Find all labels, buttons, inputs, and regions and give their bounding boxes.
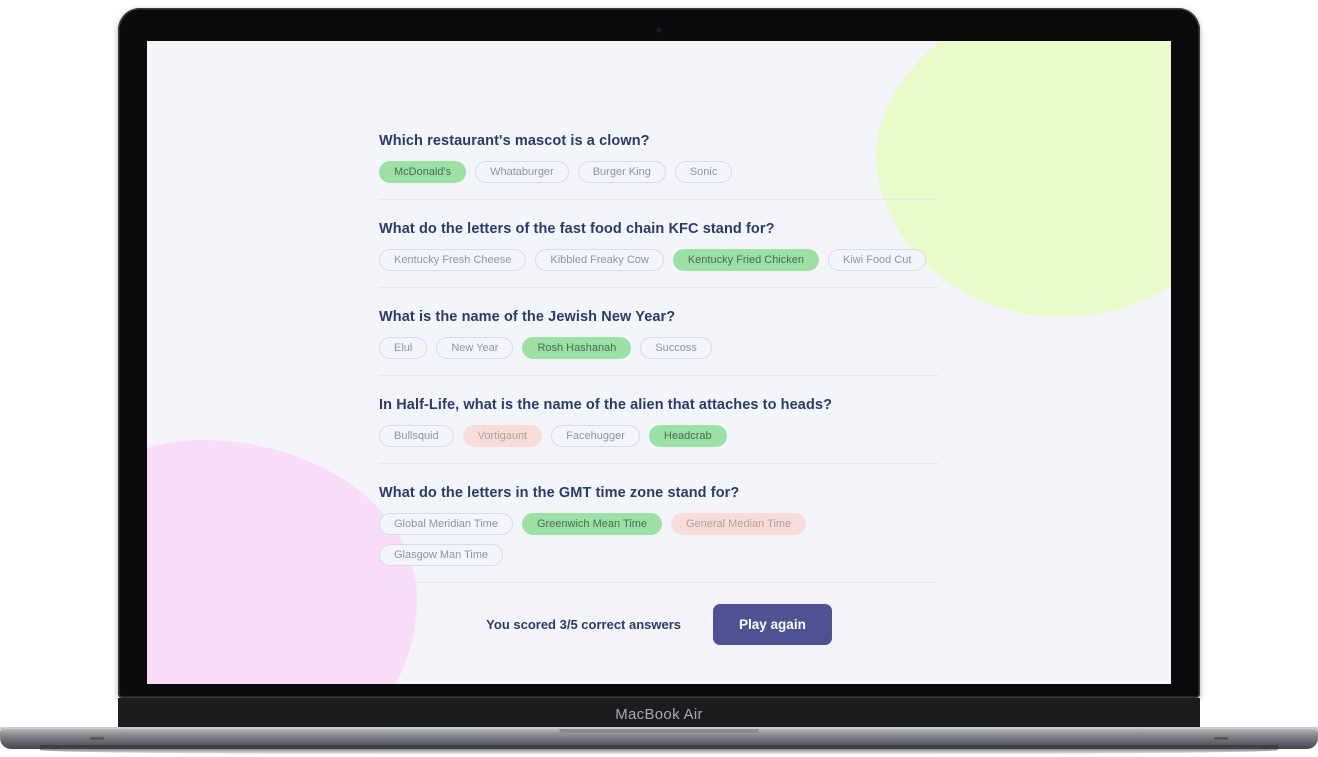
answer-option[interactable]: Succoss (640, 337, 712, 359)
answer-option[interactable]: Rosh Hashanah (522, 337, 632, 359)
laptop-foot-right (1214, 737, 1228, 740)
score-text: You scored 3/5 correct answers (486, 617, 682, 632)
question-block: What is the name of the Jewish New Year?… (379, 309, 939, 376)
answer-option[interactable]: Facehugger (551, 425, 640, 447)
question-divider (379, 582, 939, 583)
webcam-icon (656, 27, 662, 33)
macbook-air-device: Which restaurant's mascot is a clown? Mc… (0, 0, 1318, 757)
decorative-pink-blob (147, 440, 417, 684)
question-divider (379, 199, 939, 200)
laptop-foot-left (90, 737, 104, 740)
answer-option[interactable]: McDonald's (379, 161, 467, 183)
answer-options: Elul New Year Rosh Hashanah Succoss (379, 337, 939, 359)
answer-option[interactable]: Bullsquid (379, 425, 454, 447)
answer-options: Kentucky Fresh Cheese Kibbled Freaky Cow… (379, 249, 939, 271)
answer-options: McDonald's Whataburger Burger King Sonic (379, 161, 939, 183)
question-text: In Half-Life, what is the name of the al… (379, 397, 833, 413)
answer-option[interactable]: Glasgow Man Time (379, 544, 504, 566)
question-text: Which restaurant's mascot is a clown? (379, 133, 650, 149)
answer-option[interactable]: Whataburger (475, 161, 569, 183)
screenshot-root: Which restaurant's mascot is a clown? Mc… (0, 0, 1318, 757)
answer-option[interactable]: Vortigaunt (462, 425, 543, 447)
answer-option[interactable]: General Median Time (670, 513, 807, 535)
answer-option[interactable]: Elul (379, 337, 428, 359)
question-divider (379, 287, 939, 288)
device-model-label: MacBook Air (615, 706, 703, 723)
results-footer: You scored 3/5 correct answers Play agai… (379, 604, 939, 645)
question-block: Which restaurant's mascot is a clown? Mc… (379, 133, 939, 200)
question-divider (379, 375, 939, 376)
answer-option[interactable]: Sonic (674, 161, 733, 183)
answer-option[interactable]: Kentucky Fresh Cheese (379, 249, 527, 271)
question-block: What do the letters of the fast food cha… (379, 221, 939, 288)
question-block: What do the letters in the GMT time zone… (379, 485, 939, 583)
quiz-results-panel: Which restaurant's mascot is a clown? Mc… (379, 133, 939, 645)
question-text: What is the name of the Jewish New Year? (379, 309, 676, 325)
screen-viewport: Which restaurant's mascot is a clown? Mc… (147, 41, 1171, 684)
answer-option[interactable]: Greenwich Mean Time (521, 513, 662, 535)
answer-option[interactable]: Kiwi Food Cut (828, 249, 927, 271)
answer-option[interactable]: Burger King (577, 161, 666, 183)
question-text: What do the letters of the fast food cha… (379, 221, 775, 237)
laptop-grip-notch (559, 729, 759, 733)
answer-option[interactable]: Kibbled Freaky Cow (535, 249, 664, 271)
question-text: What do the letters in the GMT time zone… (379, 485, 740, 501)
play-again-button[interactable]: Play again (713, 604, 832, 645)
answer-option[interactable]: Headcrab (648, 425, 727, 447)
answer-option[interactable]: Kentucky Fried Chicken (672, 249, 819, 271)
answer-options: Bullsquid Vortigaunt Facehugger Headcrab (379, 425, 939, 447)
answer-option[interactable]: Global Meridian Time (379, 513, 513, 535)
answer-option[interactable]: New Year (436, 337, 514, 359)
answer-options: Global Meridian Time Greenwich Mean Time… (379, 513, 939, 566)
question-block: In Half-Life, what is the name of the al… (379, 397, 939, 464)
laptop-base-shadow (40, 745, 1278, 755)
question-divider (379, 463, 939, 464)
